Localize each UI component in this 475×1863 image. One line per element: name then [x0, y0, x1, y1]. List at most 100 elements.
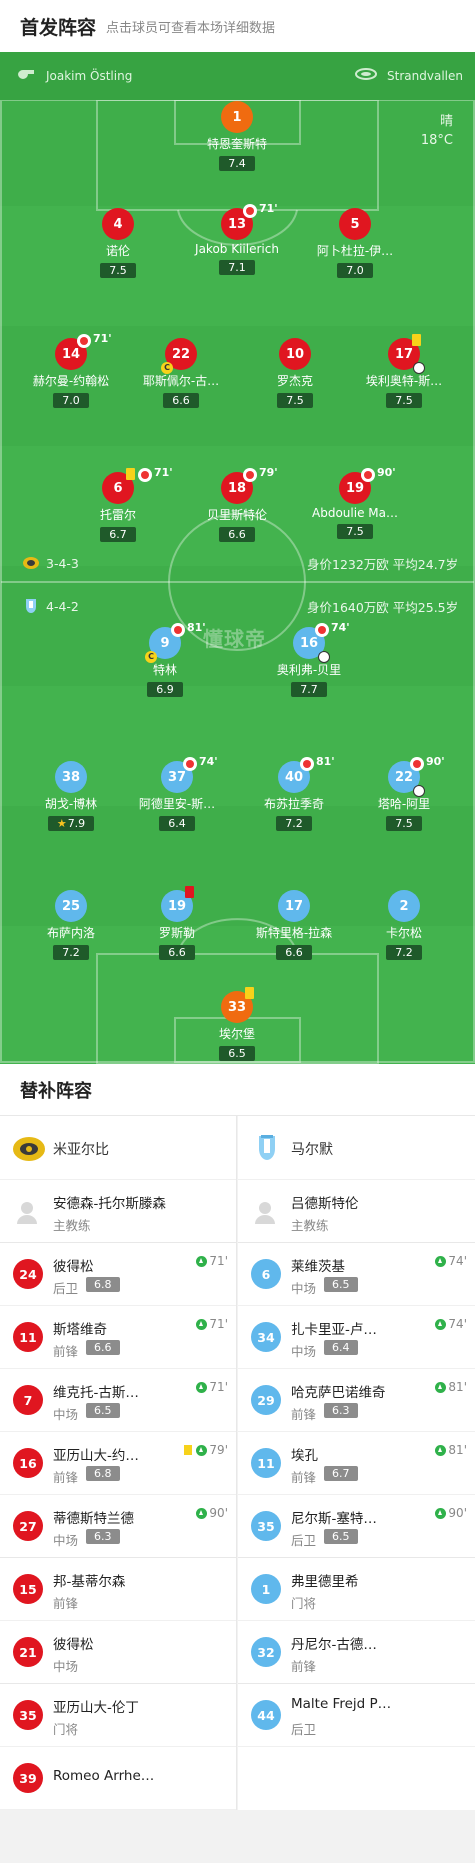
bench-player[interactable]: 7 维克托-古斯… 中场 6.5 71'	[0, 1369, 236, 1432]
player-name: Malte Frejd P…	[291, 1696, 392, 1712]
home-player[interactable]: 18 79' 贝里斯特伦 6.6	[182, 466, 292, 542]
bench-player[interactable]: 44 Malte Frejd P… 后卫	[238, 1684, 475, 1747]
away-player[interactable]: 22 90' 塔哈-阿里 7.5	[349, 755, 459, 831]
player-number: 9	[160, 635, 170, 651]
player-number: 10	[279, 338, 311, 370]
sub-on-icon	[196, 1444, 208, 1456]
bench-player[interactable]: 39 Romeo Arrhe…	[0, 1747, 236, 1810]
bench-player[interactable]: 15 邦-基蒂尔森 前锋	[0, 1558, 236, 1621]
stadium-icon	[355, 68, 377, 80]
home-coach[interactable]: 安德森-托尔斯滕森 主教练	[0, 1180, 236, 1243]
away-player[interactable]: 38 胡戈-博林 ★7.9	[16, 761, 126, 831]
bench-player[interactable]: 35 尼尔斯-塞特… 后卫 6.5 90'	[238, 1495, 475, 1558]
bench-player[interactable]: 16 亚历山大-约… 前锋 6.8 79'	[0, 1432, 236, 1495]
away-player[interactable]: 17 斯特里格-拉森 6.6	[239, 890, 349, 960]
home-player[interactable]: 4 诺伦 7.5	[63, 208, 173, 278]
sub-on-icon	[196, 1507, 208, 1519]
player-number: 4	[102, 208, 134, 240]
bench-player[interactable]: 24 彼得松 后卫 6.8 71'	[0, 1243, 236, 1306]
sub-minute: 81'	[316, 755, 335, 768]
home-player[interactable]: 22 C 耶斯佩尔-古… 6.6	[126, 338, 236, 408]
away-player[interactable]: 16 74' 奥利弗-贝里 7.7	[254, 621, 364, 697]
bench-player[interactable]: 11 斯塔维奇 前锋 6.6 71'	[0, 1306, 236, 1369]
away-player[interactable]: 2 卡尔松 7.2	[349, 890, 459, 960]
away-player[interactable]: 25 布萨内洛 7.2	[16, 890, 126, 960]
yellow-card-icon	[184, 1445, 193, 1455]
sub-on-icon	[435, 1381, 447, 1393]
player-rating: 7.5	[386, 393, 422, 408]
bench-player[interactable]: 29 哈克萨巴诺维奇 前锋 6.3 81'	[238, 1369, 475, 1432]
player-rating: 7.0	[53, 393, 89, 408]
player-name: Romeo Arrhe…	[53, 1768, 155, 1784]
player-position: 中场	[291, 1281, 317, 1296]
player-rating: 6.6	[163, 393, 199, 408]
home-player[interactable]: 5 阿卜杜拉-伊… 7.0	[300, 208, 410, 278]
player-number: 18	[227, 480, 247, 496]
player-number: 16	[13, 1448, 43, 1478]
home-value-age: 身价1232万欧 平均24.7岁	[307, 556, 459, 572]
coach-avatar-icon	[17, 1202, 37, 1224]
home-player[interactable]: 10 罗杰克 7.5	[240, 338, 350, 408]
bench-player[interactable]: 6 莱维茨基 中场 6.5 74'	[238, 1243, 475, 1306]
home-player[interactable]: 1 特恩奎斯特 7.4	[182, 101, 292, 171]
sub-on-icon	[196, 1255, 208, 1267]
player-rating: 6.7	[100, 527, 136, 542]
player-number: 6	[251, 1259, 281, 1289]
lineup-header: 首发阵容 点击球员可查看本场详细数据	[0, 0, 475, 52]
home-bench-team: 米亚尔比	[0, 1116, 236, 1180]
section-subtitle: 点击球员可查看本场详细数据	[106, 20, 276, 36]
player-name: 赫尔曼-约翰松	[32, 374, 110, 388]
bench-player[interactable]: 1 弗里德里希 门将	[238, 1558, 475, 1621]
player-name: 罗杰克	[276, 374, 313, 388]
sub-minute: 81'	[448, 1443, 467, 1457]
bench-player[interactable]: 11 埃孔 前锋 6.7 81'	[238, 1432, 475, 1495]
away-player[interactable]: 19 罗斯勒 6.6	[122, 886, 232, 960]
player-name: 邦-基蒂尔森	[53, 1574, 126, 1590]
player-name: 亚历山大-伦丁	[53, 1700, 139, 1716]
player-number: 32	[251, 1637, 281, 1667]
coach-avatar-icon	[255, 1202, 275, 1224]
sub-minute: 71'	[93, 332, 112, 345]
away-player[interactable]: 9 81' C 特林 6.9	[110, 621, 220, 697]
away-player[interactable]: 33 埃尔堡 6.5	[182, 987, 292, 1061]
home-team-name: 米亚尔比	[53, 1142, 109, 1158]
home-player[interactable]: 6 71' 托雷尔 6.7	[63, 466, 173, 542]
sub-off-icon	[361, 468, 375, 482]
player-name: 诺伦	[105, 244, 130, 258]
player-position: 中场	[53, 1533, 79, 1548]
player-rating: 6.9	[147, 682, 183, 697]
away-player[interactable]: 40 81' 布苏拉季奇 7.2	[239, 755, 349, 831]
away-player[interactable]: 37 74' 阿德里安-斯… 6.4	[122, 755, 232, 831]
away-team-crest-icon	[259, 1135, 275, 1160]
yellow-card-icon	[412, 334, 421, 346]
bench-player[interactable]: 27 蒂德斯特兰德 中场 6.3 90'	[0, 1495, 236, 1558]
player-rating: 7.5	[100, 263, 136, 278]
player-name: 尼尔斯-塞特…	[291, 1511, 377, 1527]
coach-name: 吕德斯特伦	[291, 1196, 359, 1212]
sub-off-icon	[171, 623, 185, 637]
bench-player[interactable]: 21 彼得松 中场	[0, 1621, 236, 1684]
player-number: 25	[55, 890, 87, 922]
away-coach[interactable]: 吕德斯特伦 主教练	[238, 1180, 475, 1243]
sub-minute: 71'	[154, 466, 173, 479]
player-number: 1	[251, 1574, 281, 1604]
player-name: 卡尔松	[385, 926, 422, 940]
home-player[interactable]: 17 埃利奥特-斯… 7.5	[349, 334, 459, 408]
home-player[interactable]: 19 90' Abdoulie Ma… 7.5	[300, 466, 410, 539]
player-name: 弗里德里希	[291, 1574, 359, 1590]
sub-on-icon	[435, 1507, 447, 1519]
bench-player[interactable]: 32 丹尼尔-古德… 前锋	[238, 1621, 475, 1684]
sub-minute: 79'	[259, 466, 278, 479]
sub-on-icon	[435, 1318, 447, 1330]
captain-icon: C	[145, 651, 157, 663]
player-name: 阿卜杜拉-伊…	[316, 244, 394, 258]
home-player[interactable]: 14 71' 赫尔曼-约翰松 7.0	[16, 332, 126, 408]
bench-player[interactable]: 35 亚历山大-伦丁 门将	[0, 1684, 236, 1747]
home-player[interactable]: 13 71' Jakob Kiilerich 7.1	[182, 202, 292, 275]
captain-icon: C	[161, 362, 173, 374]
player-name: 罗斯勒	[158, 926, 195, 940]
player-number: 21	[13, 1637, 43, 1667]
bench-player[interactable]: 34 扎卡里亚-卢… 中场 6.4 74'	[238, 1306, 475, 1369]
player-name: 奥利弗-贝里	[276, 663, 342, 677]
player-rating: 6.6	[86, 1340, 120, 1355]
